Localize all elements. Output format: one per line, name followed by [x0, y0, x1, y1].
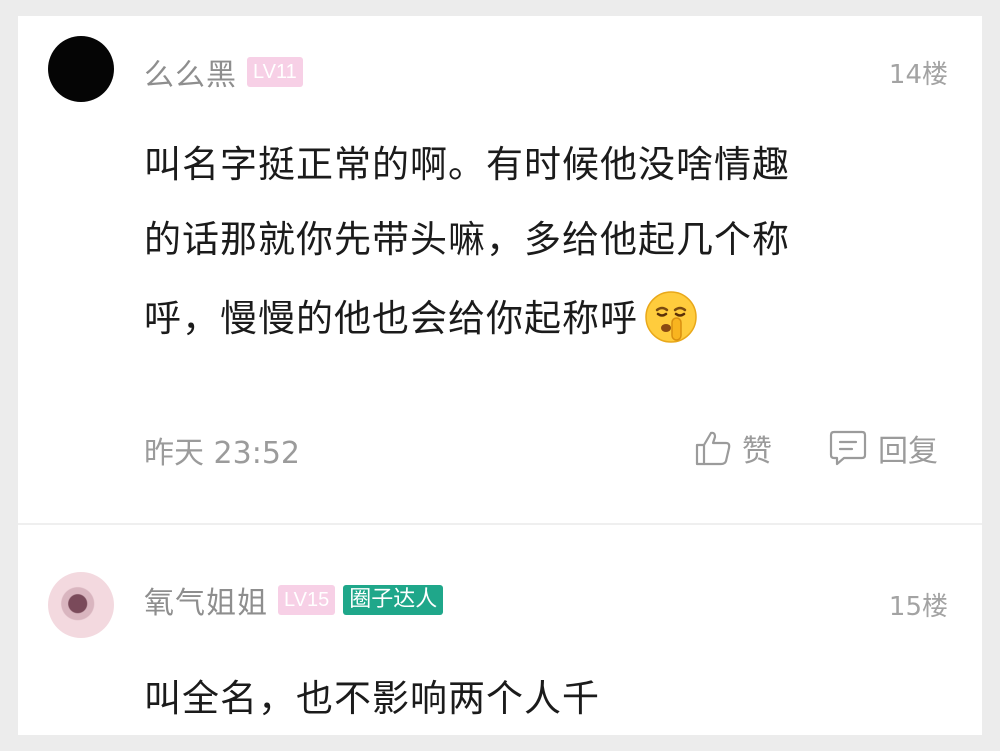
comment-header: 么么黑 LV11: [144, 50, 303, 94]
comment-item: 么么黑 LV11 14楼 叫名字挺正常的啊。有时候他没啥情趣 的话那就你先带头嘛…: [18, 16, 982, 524]
comment-header: 氧气姐姐 LV15 圈子达人: [144, 578, 444, 622]
reply-label: 回复: [878, 434, 938, 469]
comment-list: 么么黑 LV11 14楼 叫名字挺正常的啊。有时候他没啥情趣 的话那就你先带头嘛…: [18, 16, 982, 735]
floor-number: 15楼: [888, 592, 948, 622]
comment-text-line: 叫名字挺正常的啊。有时候他没啥情趣: [144, 143, 790, 186]
comment-text: 呼，慢慢的他也会给你起称呼: [144, 297, 638, 340]
comment-bubble-icon: [829, 430, 867, 466]
level-badge: LV11: [247, 57, 303, 87]
comment-text-line-with-emoji: 呼，慢慢的他也会给你起称呼: [144, 288, 698, 348]
comment-time: 昨天 23:52: [144, 436, 300, 471]
username[interactable]: 氧气姐姐: [144, 578, 268, 622]
level-badge: LV15: [278, 585, 336, 615]
reply-button[interactable]: 回复: [828, 426, 938, 470]
username[interactable]: 么么黑: [144, 50, 237, 94]
comment-item: 15楼 叫全名，也不影响两个人千: [18, 524, 982, 735]
like-label: 赞: [742, 434, 772, 469]
avatar[interactable]: [48, 36, 114, 102]
comment-text-line: 叫全名，也不影响两个人千: [144, 677, 600, 720]
floor-number: 14楼: [888, 60, 948, 90]
expert-badge: 圈子达人: [343, 585, 444, 615]
like-button[interactable]: 赞: [694, 426, 772, 470]
shushing-face-emoji-icon: [645, 290, 697, 343]
avatar[interactable]: [48, 572, 114, 638]
thumbs-up-icon: [695, 431, 731, 466]
comment-text-line: 的话那就你先带头嘛，多给他起几个称: [144, 218, 790, 261]
